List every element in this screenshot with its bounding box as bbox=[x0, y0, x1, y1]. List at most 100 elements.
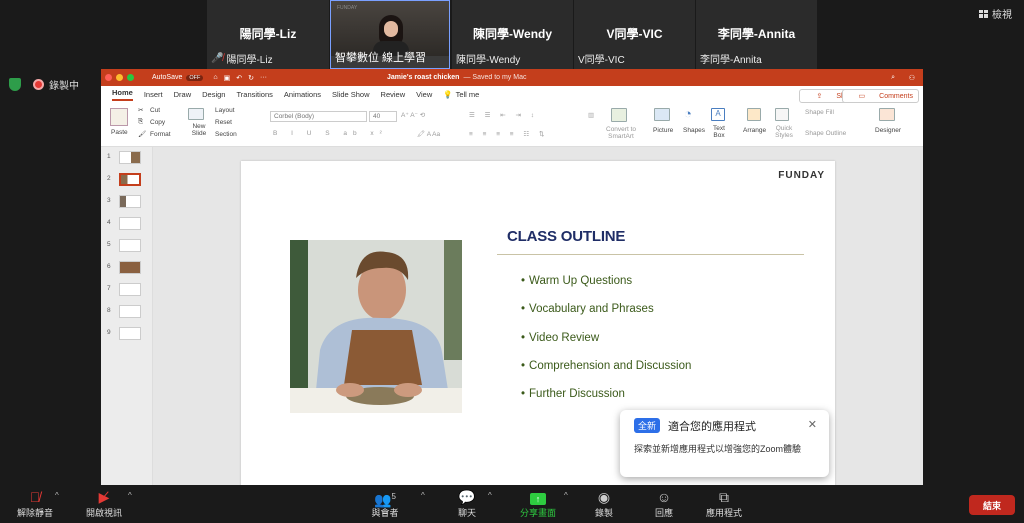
participant-tile[interactable]: 李同學-Annita 李同學-Annita bbox=[696, 0, 817, 69]
designer-icon[interactable] bbox=[879, 108, 895, 121]
slide-thumbnail[interactable] bbox=[119, 283, 141, 296]
record-button[interactable]: ◉ 錄製 bbox=[574, 488, 634, 519]
picture-icon[interactable] bbox=[654, 108, 670, 121]
zoom-window-icon[interactable] bbox=[127, 74, 134, 81]
comments-button[interactable]: ▭ Comments bbox=[841, 89, 919, 103]
participant-label: 李同學-Annita bbox=[700, 55, 762, 66]
close-icon[interactable]: ✕ bbox=[808, 418, 817, 431]
columns-icon[interactable]: ▥ bbox=[588, 111, 594, 119]
tab-insert[interactable]: Insert bbox=[144, 90, 163, 99]
minimize-window-icon[interactable] bbox=[116, 74, 123, 81]
bullet-text: Vocabulary and Phrases bbox=[529, 303, 654, 316]
font-name-select[interactable]: Corbel (Body) bbox=[270, 111, 367, 122]
copy-icon[interactable]: ⎘ bbox=[138, 118, 143, 126]
smartart-icon[interactable] bbox=[611, 108, 627, 122]
picture-label[interactable]: Picture bbox=[653, 127, 673, 134]
format-painter-icon[interactable]: 🖌 bbox=[138, 130, 146, 138]
bullet-text: Further Discussion bbox=[529, 388, 625, 401]
chef-photo bbox=[290, 240, 462, 413]
chat-chevron-icon[interactable]: ^ bbox=[488, 491, 492, 500]
layout-button[interactable]: Layout bbox=[215, 107, 235, 114]
slide-thumbnail[interactable] bbox=[119, 217, 141, 230]
start-video-button[interactable]: ▶̸ 開啟視訊 bbox=[74, 488, 134, 519]
quick-styles-label[interactable]: Quick Styles bbox=[773, 125, 795, 139]
tab-view[interactable]: View bbox=[416, 90, 432, 99]
tell-me-search[interactable]: Tell me bbox=[456, 90, 480, 99]
audio-options-chevron-icon[interactable]: ^ bbox=[55, 491, 59, 500]
participant-tile-active[interactable]: FUNDAY 智攀數位 線上學習 bbox=[330, 0, 450, 69]
share-chevron-icon[interactable]: ^ bbox=[564, 491, 568, 500]
reset-button[interactable]: Reset bbox=[215, 119, 232, 126]
redo-icon[interactable]: ↻ bbox=[248, 74, 254, 82]
save-icon[interactable]: ▣ bbox=[224, 74, 231, 82]
bullet-text: Warm Up Questions bbox=[529, 275, 633, 287]
cut-icon[interactable]: ✂ bbox=[138, 106, 143, 114]
convert-smartart-button[interactable]: Convert to SmartArt bbox=[605, 126, 637, 140]
participants-chevron-icon[interactable]: ^ bbox=[421, 491, 425, 500]
slide-thumbnail[interactable] bbox=[119, 261, 141, 274]
tab-home[interactable]: Home bbox=[112, 88, 133, 101]
slide-thumbnail[interactable] bbox=[119, 305, 141, 318]
participants-button[interactable]: 👥5 與會者 bbox=[355, 488, 415, 519]
view-button-label: 檢視 bbox=[992, 10, 1012, 21]
shapes-icon[interactable]: ◔ bbox=[684, 106, 692, 121]
font-size-select[interactable]: 40 bbox=[369, 111, 397, 122]
quick-styles-icon[interactable] bbox=[775, 108, 789, 121]
align-icons[interactable]: ≡ ≡ ≡ ≡ ☷ ⇅ bbox=[469, 130, 548, 138]
textbox-icon[interactable]: A bbox=[711, 108, 725, 121]
paste-label[interactable]: Paste bbox=[111, 129, 128, 136]
font-style-icons[interactable]: B I U S ab x² bbox=[273, 130, 388, 137]
tab-slide-show[interactable]: Slide Show bbox=[332, 90, 370, 99]
reactions-icon: ☺ bbox=[656, 489, 672, 505]
shapes-label[interactable]: Shapes bbox=[683, 127, 705, 134]
end-meeting-button[interactable]: 結束 bbox=[969, 495, 1015, 515]
account-icon[interactable]: ⚇ bbox=[909, 74, 915, 82]
video-options-chevron-icon[interactable]: ^ bbox=[128, 491, 132, 500]
tab-review[interactable]: Review bbox=[381, 90, 406, 99]
view-button[interactable]: 檢視 bbox=[979, 6, 1012, 21]
participant-tile[interactable]: 陽同學-Liz 🎤̸ 陽同學-Liz bbox=[207, 0, 329, 69]
search-icon[interactable]: ⌕ bbox=[891, 74, 895, 82]
section-button[interactable]: Section bbox=[215, 131, 237, 138]
participant-tile[interactable]: 陳同學-Wendy 陳同學-Wendy bbox=[452, 0, 573, 69]
arrange-icon[interactable] bbox=[747, 108, 761, 121]
textbox-label[interactable]: Text Box bbox=[711, 125, 727, 139]
cut-button[interactable]: Cut bbox=[150, 107, 160, 114]
arrange-label[interactable]: Arrange bbox=[743, 127, 766, 134]
shape-fill-button[interactable]: Shape Fill bbox=[805, 109, 834, 116]
tab-animations[interactable]: Animations bbox=[284, 90, 321, 99]
record-icon: ◉ bbox=[597, 489, 611, 505]
home-icon[interactable]: ⌂ bbox=[213, 74, 217, 81]
recording-label: 錄製中 bbox=[49, 81, 79, 92]
slide-thumbnail[interactable] bbox=[119, 195, 141, 208]
new-slide-icon[interactable] bbox=[188, 108, 204, 120]
text-color-icons[interactable]: 🖍 A Aa bbox=[417, 130, 440, 138]
security-shield-icon[interactable] bbox=[9, 78, 21, 91]
slide-thumbnail[interactable] bbox=[119, 151, 141, 164]
apps-button[interactable]: ⧉ 應用程式 bbox=[694, 488, 754, 519]
undo-icon[interactable]: ↶ bbox=[236, 74, 242, 82]
share-screen-button[interactable]: ↑ 分享畫面 bbox=[508, 488, 568, 519]
format-painter-button[interactable]: Format bbox=[150, 131, 171, 138]
video-watermark: FUNDAY bbox=[337, 5, 358, 11]
participant-tile[interactable]: V同學-VIC V同學-VIC bbox=[574, 0, 695, 69]
font-size-icons[interactable]: A⁺ A⁻ ⟲ bbox=[401, 111, 425, 119]
list-icons[interactable]: ☰ ☰ ⇤ ⇥ ↕ bbox=[469, 111, 538, 119]
copy-button[interactable]: Copy bbox=[150, 119, 165, 126]
autosave-toggle[interactable]: OFF bbox=[186, 74, 204, 81]
recording-indicator[interactable]: 錄製中 bbox=[33, 77, 79, 92]
tab-design[interactable]: Design bbox=[202, 90, 225, 99]
tab-transitions[interactable]: Transitions bbox=[236, 90, 272, 99]
slide-thumbnail[interactable] bbox=[119, 327, 141, 340]
reactions-button[interactable]: ☺ 回應 bbox=[634, 488, 694, 519]
designer-label[interactable]: Designer bbox=[875, 127, 901, 134]
new-slide-label[interactable]: New Slide bbox=[191, 123, 207, 137]
apps-notification-popup[interactable]: 全新 適合您的應用程式 ✕ 探索並新增應用程式以增強您的Zoom體驗 bbox=[620, 410, 829, 477]
paste-icon[interactable] bbox=[110, 108, 128, 126]
more-icon[interactable]: ··· bbox=[260, 74, 267, 81]
tab-draw[interactable]: Draw bbox=[174, 90, 192, 99]
shape-outline-button[interactable]: Shape Outline bbox=[805, 130, 846, 137]
close-window-icon[interactable] bbox=[105, 74, 112, 81]
slide-thumbnail[interactable] bbox=[119, 239, 141, 252]
slide-thumbnail-selected[interactable] bbox=[119, 173, 141, 186]
